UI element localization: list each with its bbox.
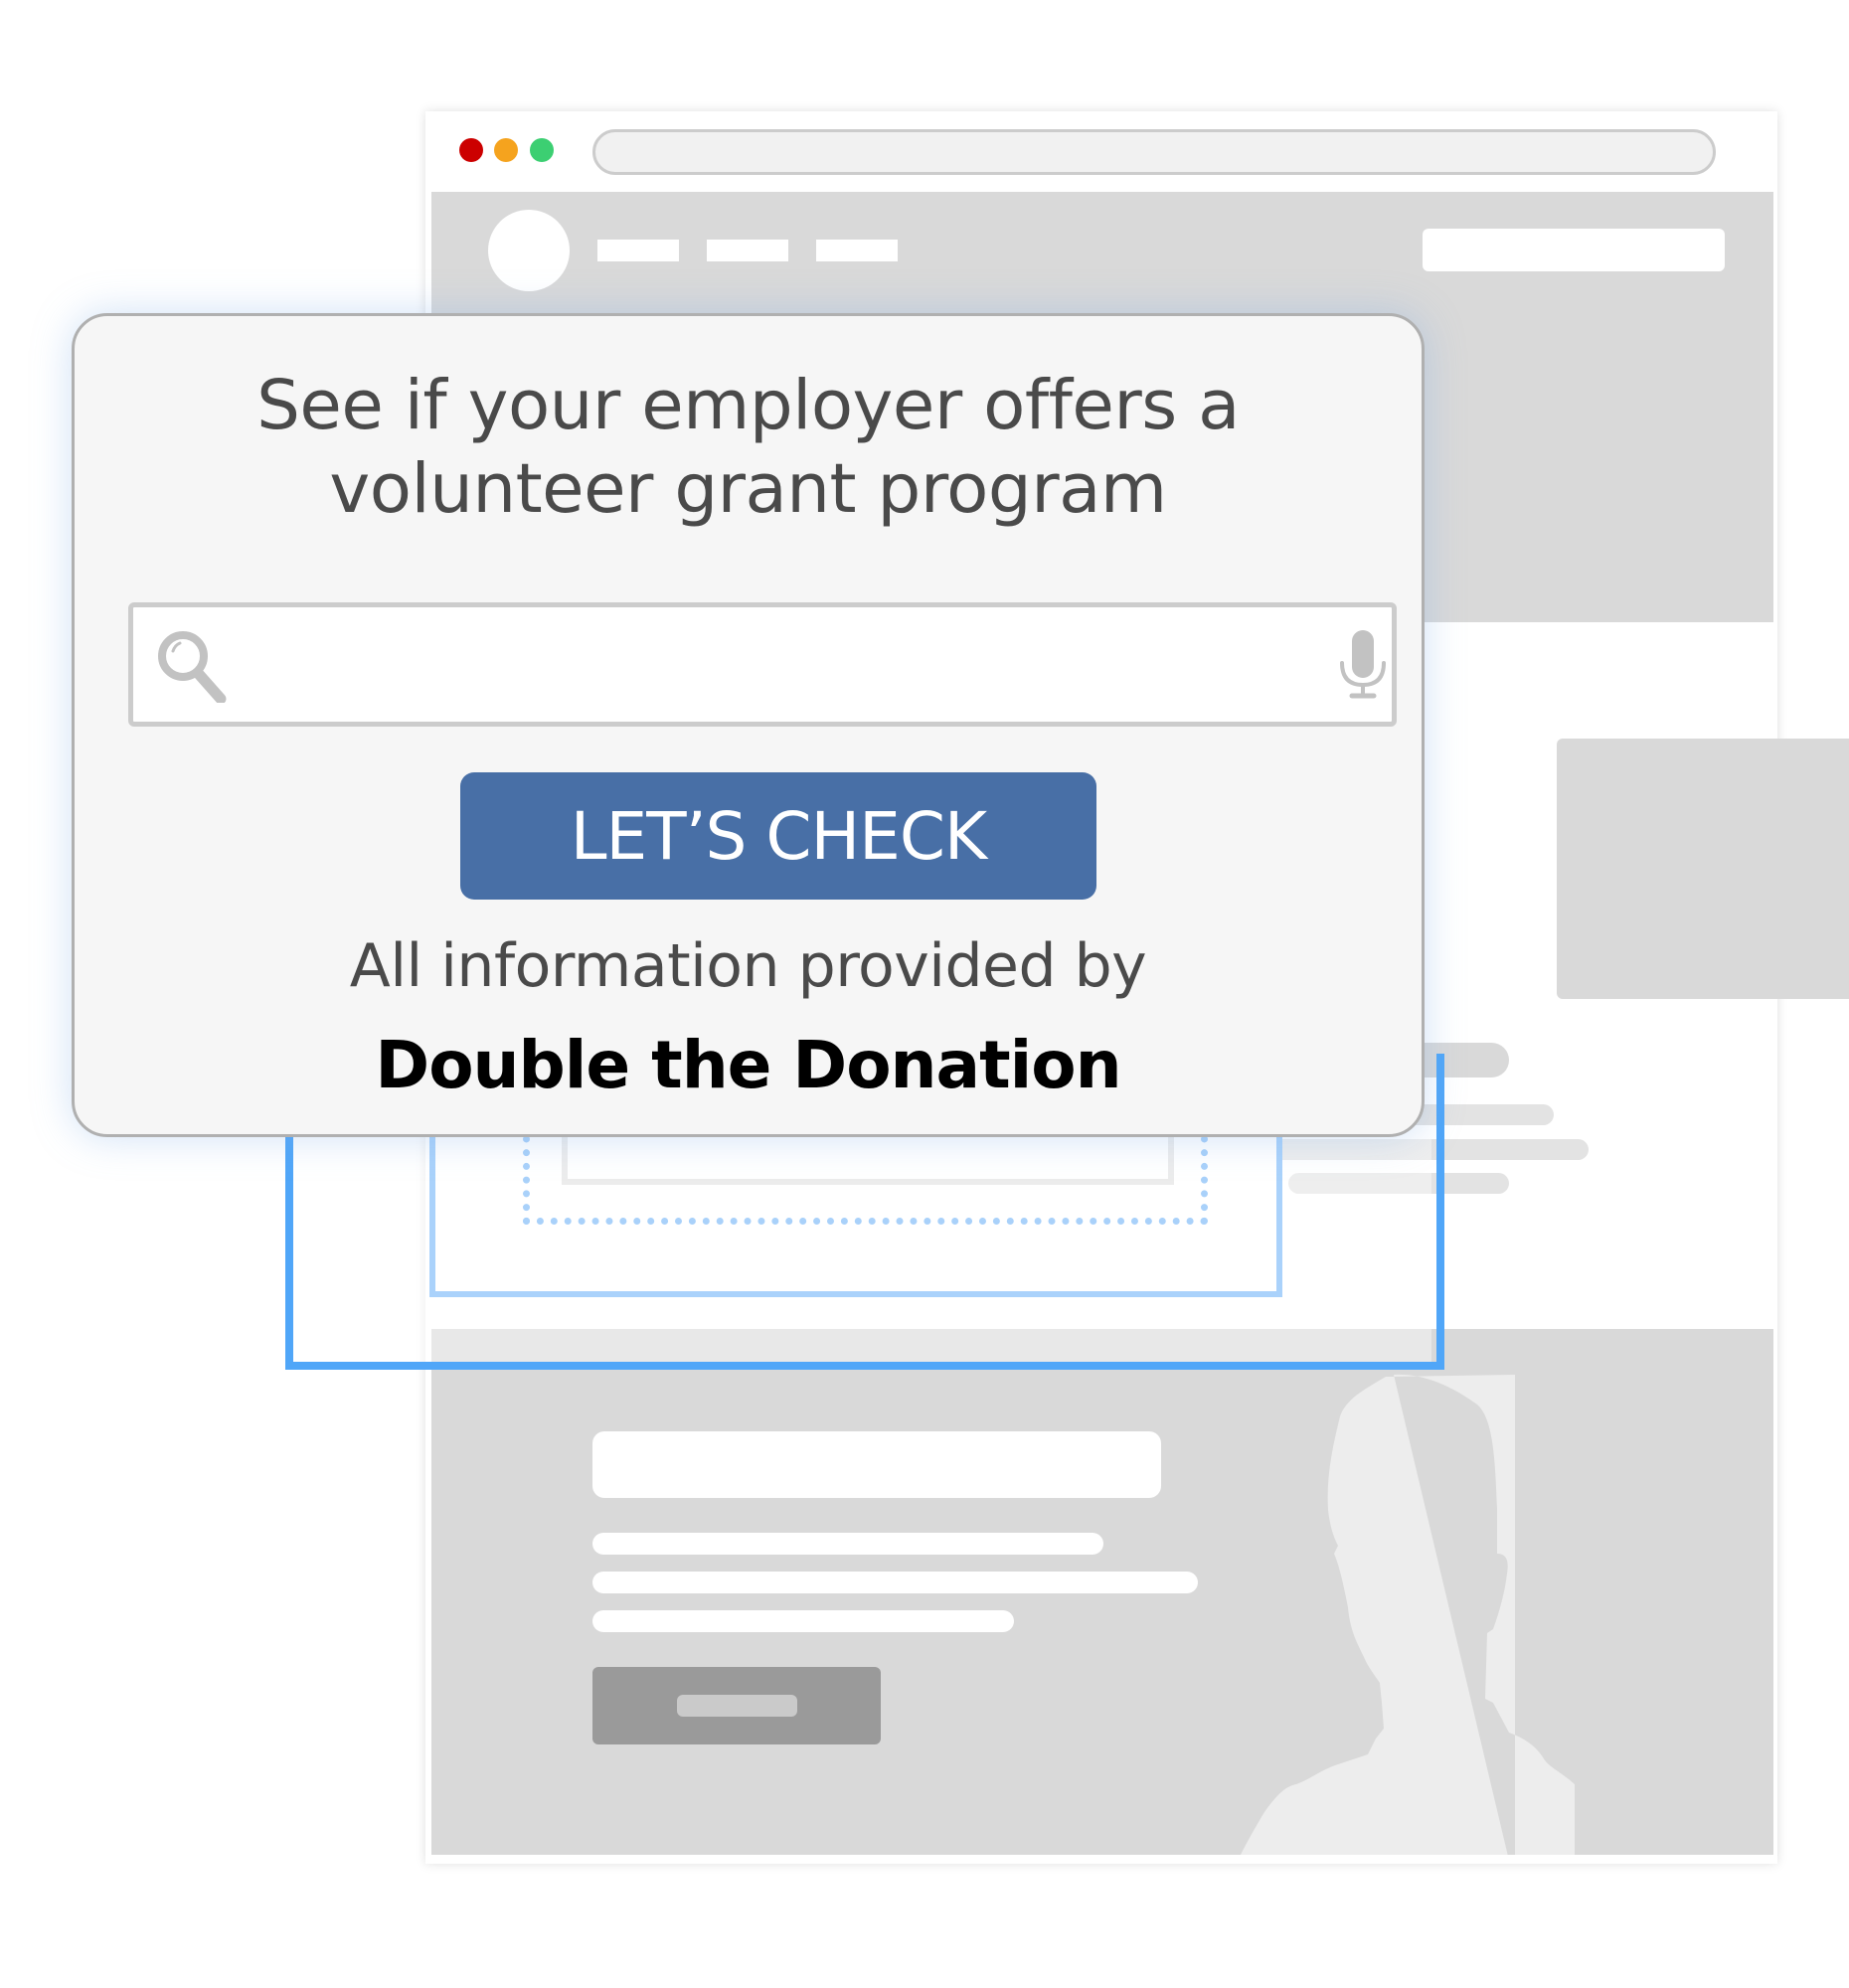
nav-item-placeholder [707,240,788,261]
employer-search-field[interactable] [128,602,1397,727]
close-window-icon[interactable] [459,138,483,162]
provider-name: Double the Donation [375,1027,1121,1103]
maximize-window-icon[interactable] [530,138,554,162]
employer-search-input[interactable] [238,607,1275,724]
nav-item-placeholder [816,240,898,261]
widget-title: See if your employer offers a volunteer … [75,364,1422,531]
site-logo-placeholder [488,210,570,291]
footer-button-label-placeholder [677,1695,797,1717]
widget-title-line-2: volunteer grant program [329,449,1167,529]
widget-title-line-1: See if your employer offers a [256,366,1240,445]
nav-item-placeholder [597,240,679,261]
footer-text-line [592,1533,1103,1555]
provided-by-text: All information provided by [349,931,1147,1001]
person-silhouette [1240,1374,1575,1855]
footer-heading-placeholder [592,1431,1161,1498]
footer-text-line [592,1610,1014,1632]
header-button-placeholder [1423,229,1725,271]
image-placeholder [1557,739,1849,999]
footer-button-placeholder [592,1667,881,1744]
search-icon [158,631,227,703]
matching-gift-search-widget: See if your employer offers a volunteer … [72,313,1425,1137]
microphone-icon[interactable] [1338,629,1388,701]
page-footer-section [431,1329,1773,1855]
lets-check-button[interactable]: LET’S CHECK [460,772,1096,900]
footer-text-line [592,1572,1198,1593]
address-bar[interactable] [592,129,1716,175]
minimize-window-icon[interactable] [494,138,518,162]
